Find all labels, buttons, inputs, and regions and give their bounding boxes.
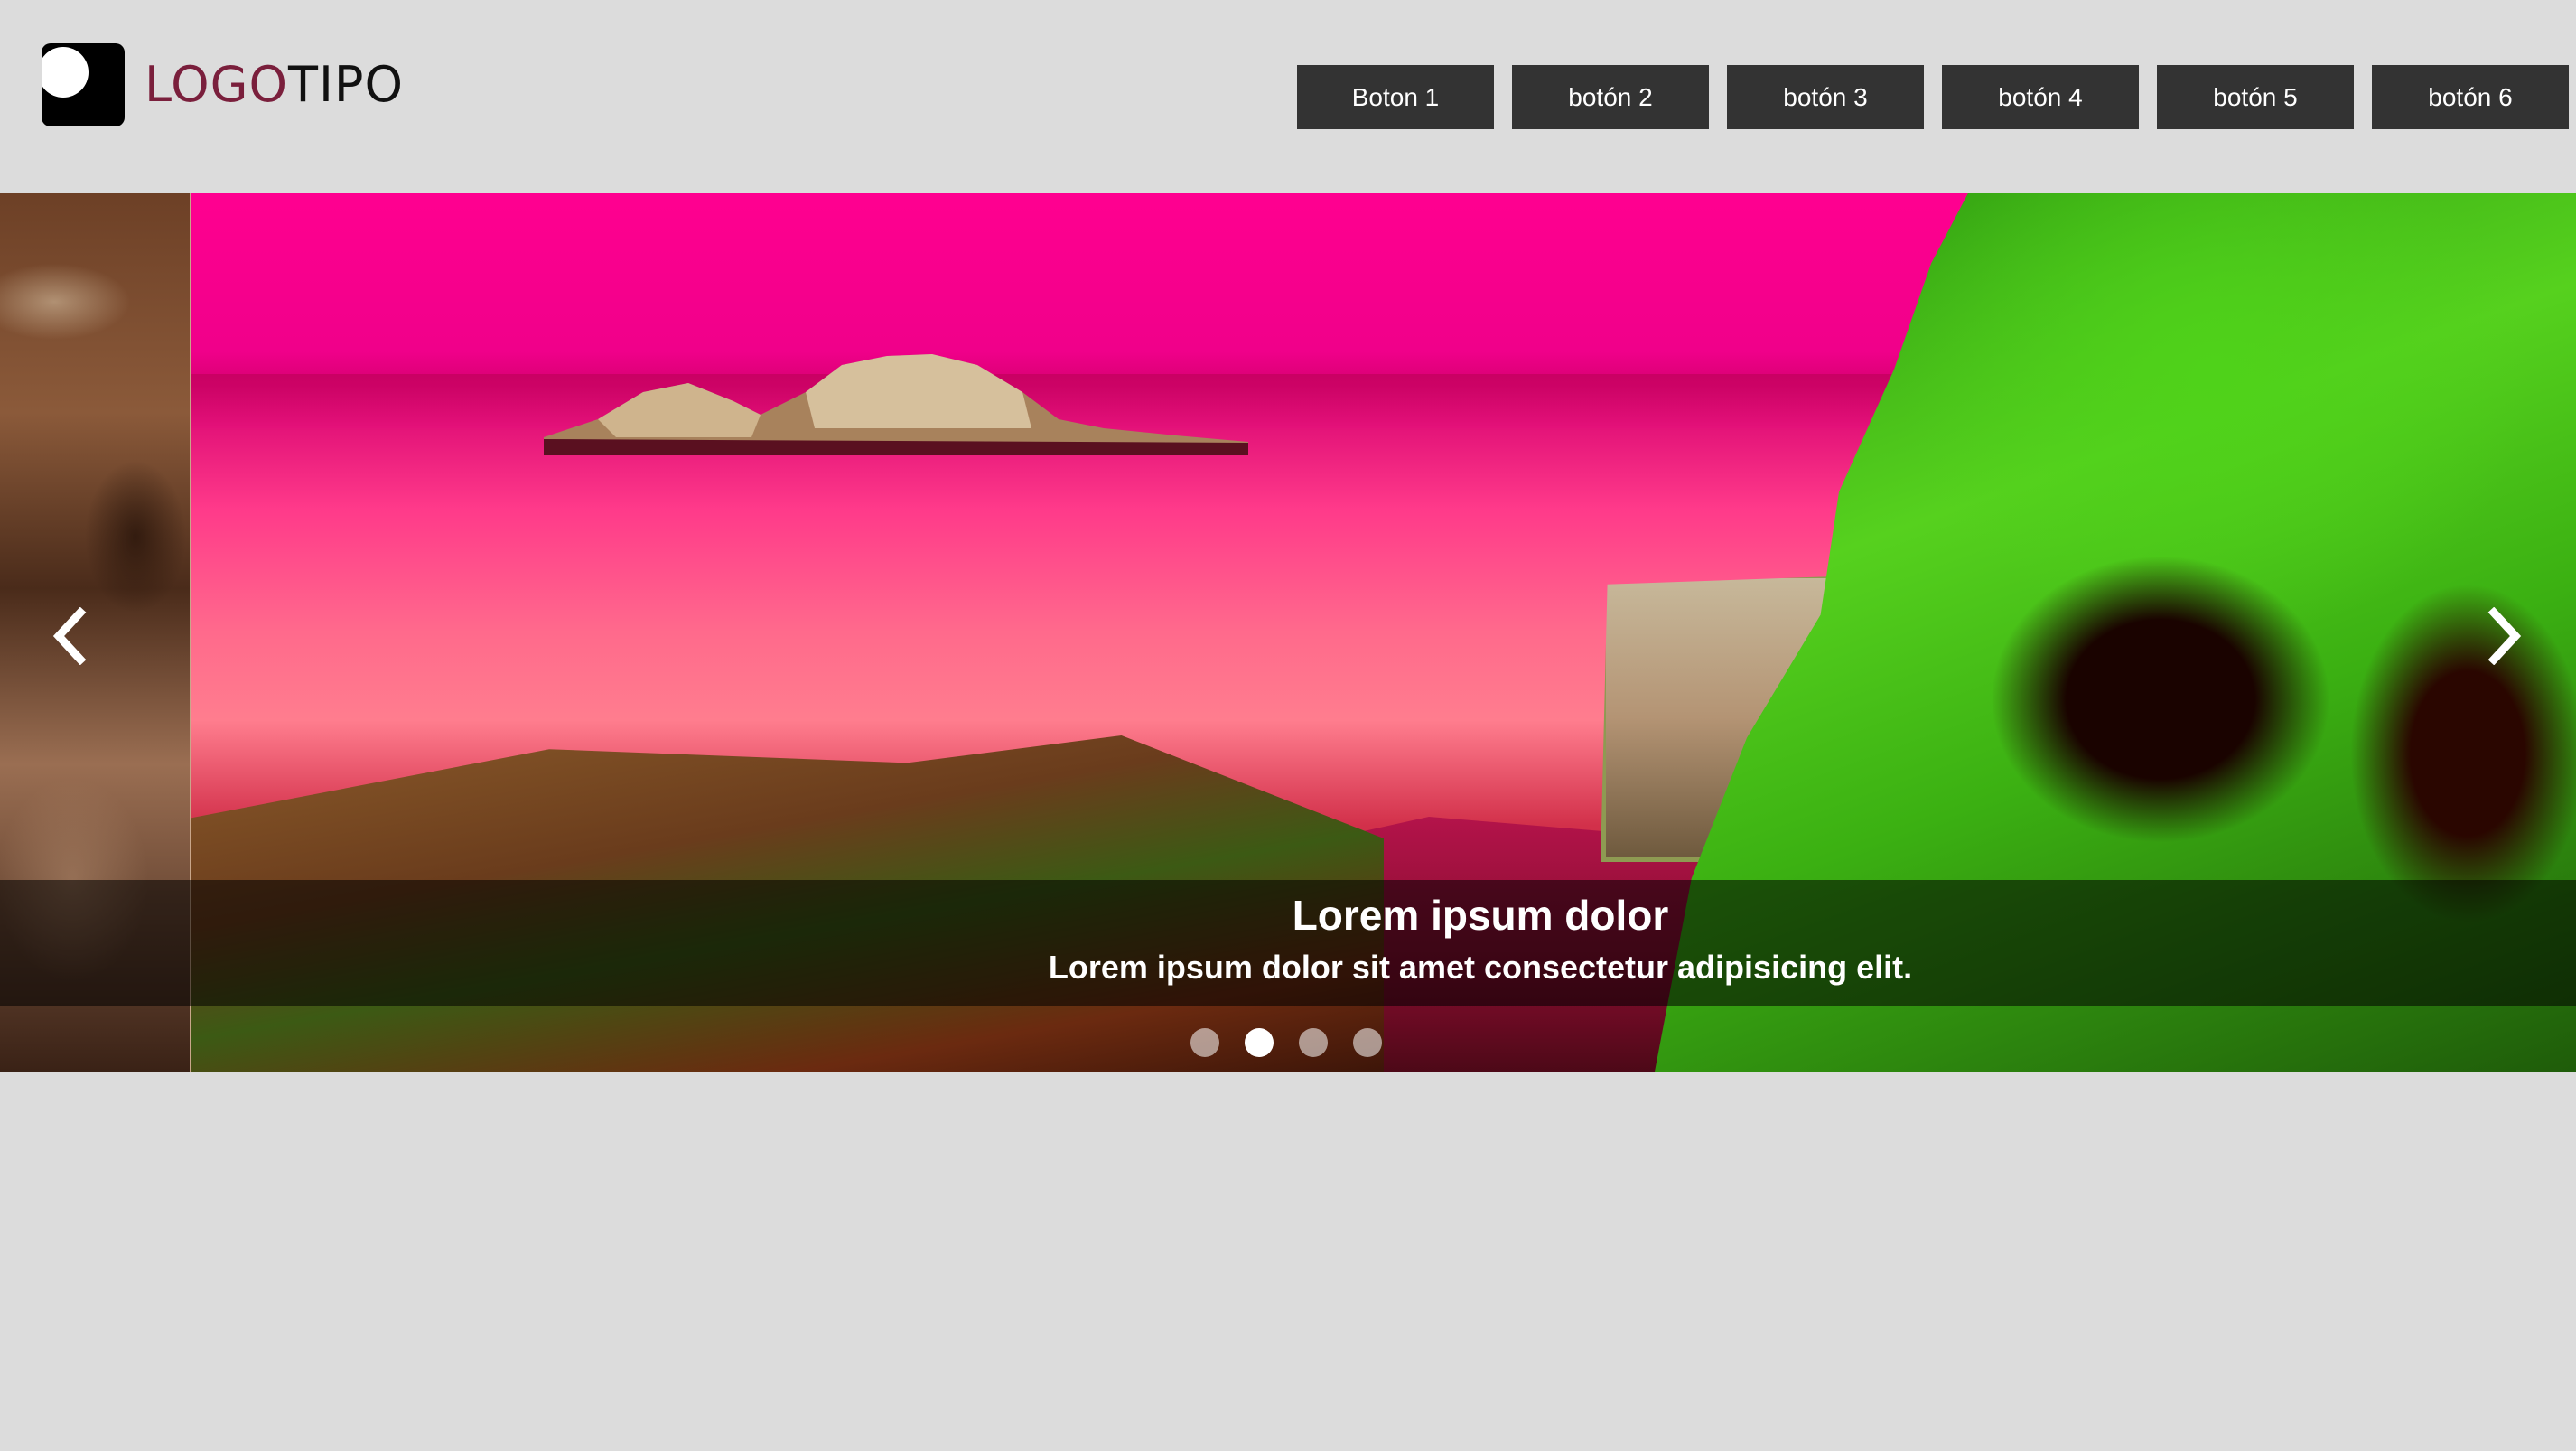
site-header: LOGOTIPO Boton 1 botón 2 botón 3 botón 4… — [0, 0, 2576, 193]
logo-text-part1: LOGO — [145, 56, 289, 113]
logo-text-part2: TIPO — [288, 56, 404, 113]
slider-dot-3[interactable] — [1299, 1028, 1328, 1057]
nav-button-2[interactable]: botón 2 — [1512, 65, 1709, 129]
slider-dot-4[interactable] — [1353, 1028, 1382, 1057]
nav-button-6[interactable]: botón 6 — [2372, 65, 2569, 129]
slider-prev-button[interactable] — [38, 591, 101, 681]
nav-button-5[interactable]: botón 5 — [2157, 65, 2354, 129]
slider-pagination — [1190, 1028, 1382, 1057]
logo[interactable]: LOGOTIPO — [42, 43, 404, 126]
slider-next-button[interactable] — [2473, 591, 2536, 681]
slide-caption-title: Lorem ipsum dolor — [1292, 892, 1669, 939]
logo-mark-icon — [42, 43, 125, 126]
slider-dot-1[interactable] — [1190, 1028, 1219, 1057]
slide-caption-text: Lorem ipsum dolor sit amet consectetur a… — [1048, 949, 1913, 986]
nav-button-3[interactable]: botón 3 — [1727, 65, 1924, 129]
logo-text: LOGOTIPO — [145, 61, 404, 109]
chevron-left-icon — [52, 607, 87, 665]
main-nav: Boton 1 botón 2 botón 3 botón 4 botón 5 … — [1297, 65, 2569, 129]
slider-dot-2[interactable] — [1245, 1028, 1274, 1057]
nav-button-4[interactable]: botón 4 — [1942, 65, 2139, 129]
island-rocks — [544, 354, 1248, 455]
chevron-right-icon — [2487, 607, 2522, 665]
image-slider: Lorem ipsum dolor Lorem ipsum dolor sit … — [0, 193, 2576, 1072]
nav-button-1[interactable]: Boton 1 — [1297, 65, 1494, 129]
